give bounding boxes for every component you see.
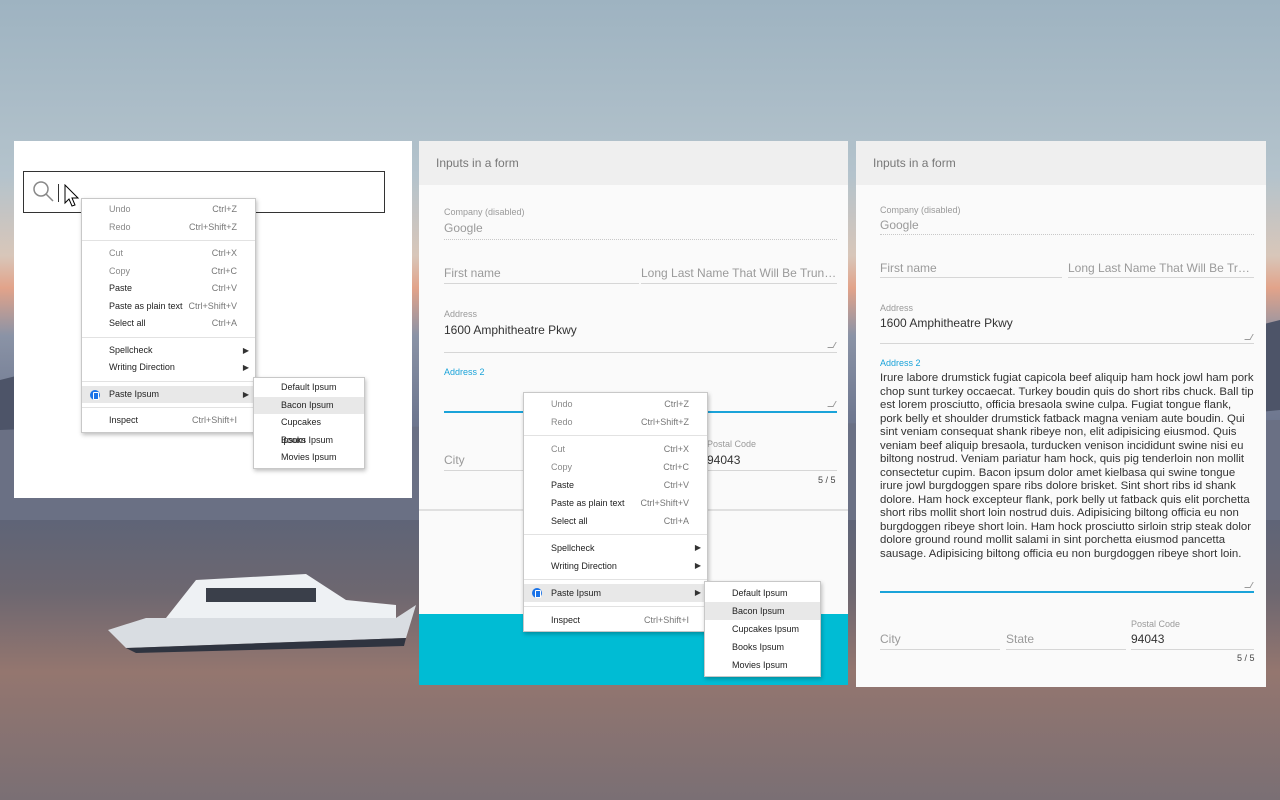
menu-select-all[interactable]: Select all Ctrl+A [524, 512, 707, 530]
menu-select-all[interactable]: Select all Ctrl+A [82, 315, 255, 333]
menu-spellcheck[interactable]: Spellcheck ▶ [82, 342, 255, 360]
chevron-right-icon: ▶ [242, 345, 249, 355]
form-header: Inputs in a form [856, 141, 1266, 185]
city-input[interactable]: City [880, 632, 901, 646]
company-label: Company (disabled) [444, 207, 525, 217]
paste-ipsum-submenu: Default Ipsum Bacon Ipsum Cupcakes Ipsum… [704, 581, 821, 677]
submenu-books-ipsum[interactable]: Books Ipsum [254, 432, 364, 450]
paste-ipsum-icon [532, 588, 542, 598]
chevron-right-icon: ▶ [694, 561, 701, 570]
context-menu: Undo Ctrl+Z Redo Ctrl+Shift+Z Cut Ctrl+X Co… [523, 392, 708, 632]
context-menu: Undo Ctrl+Z Redo Ctrl+Shift+Z Cut Ctrl+X Co… [81, 198, 256, 433]
address-label: Address [880, 303, 914, 313]
last-name-input[interactable]: Long Last Name That Will Be Truncated An… [641, 266, 837, 280]
menu-redo[interactable]: Redo Ctrl+Shift+Z [82, 219, 255, 237]
address-label: Address [444, 309, 478, 319]
search-demo-panel: Undo Ctrl+Z Redo Ctrl+Shift+Z Cut Ctrl+X Co… [14, 141, 412, 498]
menu-paste-plain[interactable]: Paste as plain text Ctrl+Shift+V [524, 494, 707, 512]
submenu-default-ipsum[interactable]: Default Ipsum [254, 379, 364, 397]
menu-paste-ipsum[interactable]: Paste Ipsum ▶ [524, 584, 707, 602]
submenu-movies-ipsum[interactable]: Movies Ipsum [705, 656, 820, 674]
submenu-bacon-ipsum[interactable]: Bacon Ipsum [254, 396, 364, 414]
company-field: Google [880, 218, 919, 232]
first-name-input[interactable]: First name [444, 266, 634, 280]
menu-paste-ipsum[interactable]: Paste Ipsum ▶ [82, 385, 255, 403]
paste-ipsum-icon [90, 389, 100, 400]
text-caret [58, 184, 59, 202]
menu-writing-direction[interactable]: Writing Direction ▶ [524, 557, 707, 575]
menu-paste[interactable]: Paste Ctrl+V [82, 280, 255, 298]
menu-copy[interactable]: Copy Ctrl+C [82, 263, 255, 281]
chevron-right-icon: ▶ [694, 588, 701, 597]
form-header: Inputs in a form [419, 141, 848, 185]
postal-code-label: Postal Code [707, 439, 757, 449]
menu-redo[interactable]: Redo Ctrl+Shift+Z [524, 413, 707, 431]
address-input[interactable]: 1600 Amphitheatre Pkwy [880, 316, 1013, 330]
boat-image [108, 574, 416, 653]
menu-inspect[interactable]: Inspect Ctrl+Shift+I [82, 412, 255, 430]
menu-spellcheck[interactable]: Spellcheck ▶ [524, 539, 707, 557]
menu-cut[interactable]: Cut Ctrl+X [524, 440, 707, 458]
submenu-movies-ipsum[interactable]: Movies Ipsum [254, 449, 364, 467]
char-counter: 5 / 5 [1237, 653, 1255, 663]
company-field: Google [444, 221, 483, 235]
menu-inspect[interactable]: Inspect Ctrl+Shift+I [524, 611, 707, 629]
submenu-books-ipsum[interactable]: Books Ipsum [705, 638, 820, 656]
postal-code-label: Postal Code [1131, 619, 1181, 629]
search-icon [33, 181, 54, 202]
menu-paste-plain[interactable]: Paste as plain text Ctrl+Shift+V [82, 298, 255, 316]
chevron-right-icon: ▶ [242, 389, 249, 399]
paste-ipsum-submenu: Default Ipsum Bacon Ipsum Cupcakes Ipsum… [253, 377, 365, 469]
menu-writing-direction[interactable]: Writing Direction ▶ [82, 359, 255, 377]
chevron-right-icon: ▶ [242, 363, 249, 372]
last-name-input[interactable]: Long Last Name That Will Be Truncated An… [1068, 261, 1254, 275]
menu-copy[interactable]: Copy Ctrl+C [524, 458, 707, 476]
menu-undo[interactable]: Undo Ctrl+Z [524, 395, 707, 413]
submenu-default-ipsum[interactable]: Default Ipsum [705, 584, 820, 602]
state-input[interactable]: State [1006, 632, 1034, 646]
postal-code-input[interactable]: 94043 [707, 453, 740, 467]
chevron-right-icon: ▶ [694, 543, 701, 552]
postal-code-input[interactable]: 94043 [1131, 632, 1164, 646]
submenu-bacon-ipsum[interactable]: Bacon Ipsum [705, 602, 820, 620]
company-label: Company (disabled) [880, 205, 961, 215]
menu-paste[interactable]: Paste Ctrl+V [524, 476, 707, 494]
submenu-cupcakes-ipsum[interactable]: Cupcakes Ipsum [705, 620, 820, 638]
address-input[interactable]: 1600 Amphitheatre Pkwy [444, 323, 577, 337]
address2-label: Address 2 [444, 367, 485, 377]
address2-label: Address 2 [880, 358, 921, 368]
menu-cut[interactable]: Cut Ctrl+X [82, 245, 255, 263]
submenu-cupcakes-ipsum[interactable]: Cupcakes Ipsum [254, 414, 364, 445]
city-input[interactable]: City [444, 453, 465, 467]
form-panel-filled: Inputs in a form Company (disabled) Goog… [856, 141, 1266, 687]
form-panel-menu-open: Inputs in a form Company (disabled) Goog… [419, 141, 848, 685]
char-counter: 5 / 5 [818, 475, 836, 485]
mouse-pointer-icon [64, 184, 80, 207]
address2-textarea[interactable]: Irure labore drumstick fugiat capicola b… [880, 372, 1256, 561]
first-name-input[interactable]: First name [880, 261, 1060, 275]
menu-undo[interactable]: Undo Ctrl+Z [82, 201, 255, 219]
